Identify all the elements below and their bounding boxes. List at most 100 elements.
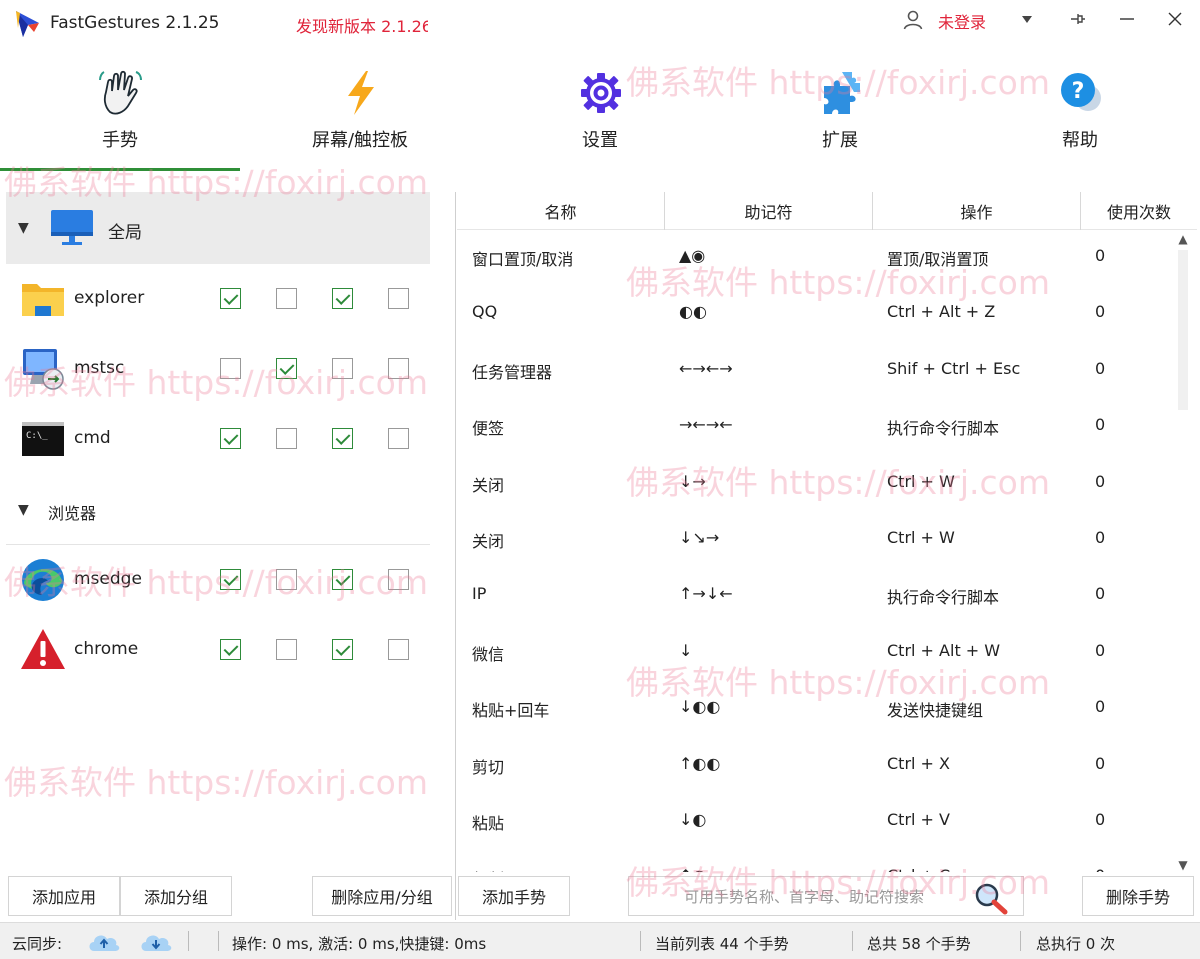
row-action: Ctrl + Alt + W [887,640,1001,660]
monitor-icon [51,210,93,245]
cloud-upload-icon[interactable] [86,929,122,953]
update-link[interactable]: 发现新版本 2.1.26 [296,13,428,37]
table-row[interactable]: 便签 →←→← 执行命令行脚本 0 [457,397,1177,453]
app-checkbox[interactable] [220,288,241,309]
app-checkbox[interactable] [276,569,297,590]
row-name: IP [472,584,487,604]
app-name: explorer [74,288,145,308]
app-checkbox[interactable] [332,288,353,309]
group-global[interactable]: ▼ 全局 [6,192,430,264]
scroll-down-icon[interactable]: ▼ [1176,858,1190,872]
login-status[interactable]: 未登录 [938,9,986,33]
row-action: 执行命令行脚本 [887,588,1000,608]
row-action: Ctrl + V [887,810,950,829]
row-action: Shif + Ctrl + Esc [887,358,1021,378]
row-name: 关闭 [472,475,505,495]
dropdown-arrow-icon[interactable] [1014,6,1040,32]
nav-tab-settings[interactable]: 设置 [480,56,720,174]
app-checkbox[interactable] [332,639,353,660]
app-checkbox[interactable] [332,358,353,379]
close-icon[interactable] [1162,6,1188,32]
nav-label: 帮助 [1062,130,1098,151]
app-checkbox[interactable] [276,288,297,309]
gear-icon [581,73,621,113]
nav-label: 扩展 [822,130,858,151]
app-row-cmd[interactable]: C:\_ cmd [6,404,430,474]
timing-info: 操作: 0 ms, 激活: 0 ms,快捷键: 0ms [232,935,487,953]
row-mnemonic: ↓→ [679,471,706,491]
app-row-explorer[interactable]: explorer [6,264,430,334]
table-row[interactable]: 复制 ↑◐ Ctrl + C 0 [457,848,1177,872]
search-input[interactable] [639,883,969,911]
table-row[interactable]: QQ ◐◐ Ctrl + Alt + Z 0 [457,284,1177,340]
row-count: 0 [1095,302,1106,322]
app-checkbox[interactable] [220,428,241,449]
row-count: 0 [1095,640,1106,660]
row-count: 0 [1095,697,1106,717]
app-logo [16,11,39,37]
app-checkbox[interactable] [388,288,409,309]
search-icon[interactable] [973,881,1009,915]
app-checkbox[interactable] [388,569,409,590]
table-row[interactable]: 关闭 ↓↘→ Ctrl + W 0 [457,510,1177,566]
nav-tab-gestures[interactable]: 手势 [0,56,240,174]
add-app-button[interactable]: 添加应用 [8,876,120,916]
collapse-triangle-icon[interactable]: ▼ [18,220,29,236]
app-checkbox[interactable] [388,358,409,379]
table-row[interactable]: 任务管理器 ←→←→ Shif + Ctrl + Esc 0 [457,341,1177,397]
row-count: 0 [1095,584,1106,604]
main-navigation: 手势 屏幕/触控板 设置 扩展 ? 帮助 [0,56,1200,174]
minimize-icon[interactable] [1114,6,1140,32]
nav-tab-help[interactable]: ? 帮助 [960,56,1200,174]
collapse-triangle-icon[interactable]: ▼ [18,502,29,518]
nav-tab-extensions[interactable]: 扩展 [720,56,960,174]
group-label: 全局 [108,223,142,243]
user-icon[interactable] [902,9,924,31]
help-icon: ? [1061,73,1101,111]
cloud-sync-label: 云同步: [12,935,63,953]
group-browser[interactable]: ▼ 浏览器 [6,474,430,544]
app-checkbox[interactable] [388,428,409,449]
app-checkbox[interactable] [332,428,353,449]
column-header-mnemonic[interactable]: 助记符 [665,192,873,230]
nav-label: 屏幕/触控板 [311,130,409,151]
cloud-download-icon[interactable] [138,929,174,953]
row-count: 0 [1095,415,1106,435]
row-mnemonic: ◐◐ [679,302,707,322]
app-checkbox[interactable] [220,639,241,660]
table-row[interactable]: 粘贴+回车 ↓◐◐ 发送快捷键组 0 [457,679,1177,735]
app-checkbox[interactable] [276,428,297,449]
row-action: Ctrl + W [887,528,955,547]
status-separator [188,931,189,951]
current-list-count: 当前列表 44 个手势 [655,935,789,953]
table-row[interactable]: IP ↑→↓← 执行命令行脚本 0 [457,566,1177,622]
table-row[interactable]: 粘贴 ↓◐ Ctrl + V 0 [457,792,1177,848]
column-header-action[interactable]: 操作 [873,192,1081,230]
delete-gesture-button[interactable]: 删除手势 [1082,876,1194,916]
svg-text:?: ? [1072,79,1085,104]
add-group-button[interactable]: 添加分组 [120,876,232,916]
app-checkbox[interactable] [276,358,297,379]
scrollbar-thumb[interactable] [1178,250,1188,410]
nav-tab-screen-touchpad[interactable]: 屏幕/触控板 [240,56,480,174]
column-header-count[interactable]: 使用次数 [1081,192,1197,230]
table-row[interactable]: 微信 ↓ Ctrl + Alt + W 0 [457,623,1177,679]
app-checkbox[interactable] [276,639,297,660]
table-row[interactable]: 剪切 ↑◐◐ Ctrl + X 0 [457,736,1177,792]
app-row-chrome[interactable]: chrome [6,615,430,685]
app-checkbox[interactable] [332,569,353,590]
app-checkbox[interactable] [220,569,241,590]
table-row[interactable]: 关闭 ↓→ Ctrl + W 0 [457,454,1177,510]
scroll-up-icon[interactable]: ▲ [1176,232,1190,246]
app-row-msedge[interactable]: msedge [6,545,430,615]
table-row[interactable]: 窗口置顶/取消 ▲◉ 置顶/取消置顶 0 [457,228,1177,284]
column-header-name[interactable]: 名称 [457,192,665,230]
pin-icon[interactable] [1064,6,1090,32]
app-checkbox[interactable] [220,358,241,379]
app-row-mstsc[interactable]: mstsc [6,334,430,404]
app-checkbox[interactable] [388,639,409,660]
add-gesture-button[interactable]: 添加手势 [458,876,570,916]
delete-app-group-button[interactable]: 删除应用/分组 [312,876,452,916]
row-count: 0 [1095,471,1106,491]
row-mnemonic: ↓ [679,640,693,660]
